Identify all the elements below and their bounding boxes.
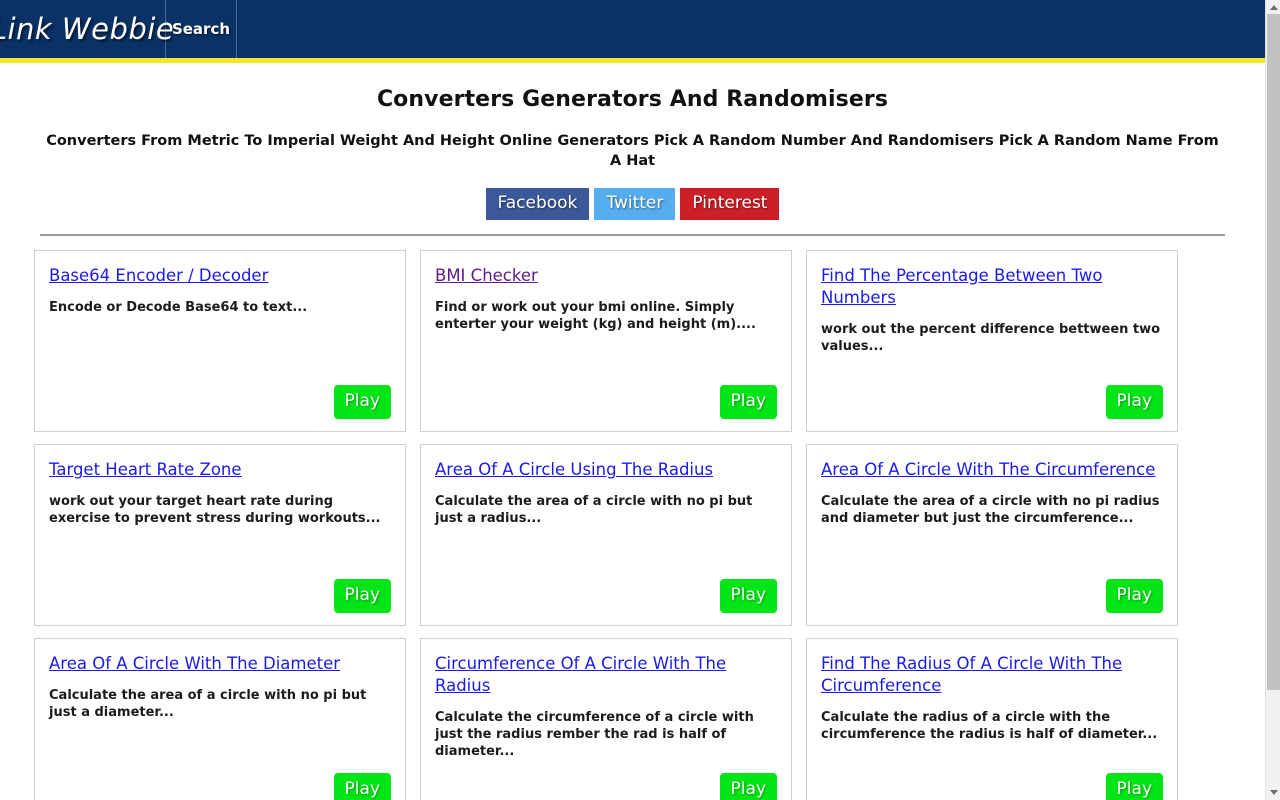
share-facebook-button[interactable]: Facebook (485, 188, 590, 220)
share-twitter-button[interactable]: Twitter (594, 188, 676, 220)
tool-card: Find The Percentage Between Two Numbers w… (806, 250, 1178, 432)
tool-card-description: Calculate the area of a circle with no p… (435, 494, 753, 526)
tool-card-description: Calculate the radius of a circle with th… (821, 710, 1158, 742)
tool-card-description: Encode or Decode Base64 to text... (49, 300, 308, 315)
tool-card: Base64 Encoder / Decoder Encode or Decode… (34, 250, 406, 432)
tool-card-title-link[interactable]: BMI Checker (435, 265, 538, 287)
tool-card: Area Of A Circle Using The Radius Calcula… (420, 444, 792, 626)
tool-card-title-link[interactable]: Circumference Of A Circle With The Radiu… (435, 653, 777, 697)
play-button[interactable]: Play (719, 385, 777, 419)
vertical-scrollbar[interactable] (1265, 0, 1280, 800)
nav-empty-space (237, 0, 1265, 58)
tool-card-title-link[interactable]: Area Of A Circle Using The Radius (435, 459, 713, 481)
play-button[interactable]: Play (333, 579, 391, 613)
tool-card: Area Of A Circle With The Circumference C… (806, 444, 1178, 626)
page-title: Converters Generators And Randomisers (376, 87, 889, 112)
site-logo[interactable]: Link Webbie (0, 0, 174, 58)
play-button[interactable]: Play (333, 773, 391, 800)
tool-card-title-link[interactable]: Target Heart Rate Zone (49, 459, 242, 481)
tool-card-description: work out the percent difference bettween… (821, 322, 1161, 354)
tool-card: Area Of A Circle With The Diameter Calcul… (34, 638, 406, 800)
share-pinterest-button[interactable]: Pinterest (680, 188, 780, 220)
triangle-up-icon[interactable] (1266, 0, 1280, 15)
tool-card: Target Heart Rate Zone work out your targ… (34, 444, 406, 626)
page-viewport: Link Webbie Search Converters Generators… (0, 0, 1265, 800)
tool-card-description: work out your target heart rate during e… (49, 494, 381, 526)
play-button[interactable]: Play (1105, 385, 1163, 419)
tool-card: BMI Checker Find or work out your bmi onl… (420, 250, 792, 432)
tool-card-grid: Base64 Encoder / Decoder Encode or Decode… (0, 236, 1265, 800)
tool-card-title-link[interactable]: Base64 Encoder / Decoder (49, 265, 268, 287)
site-logo-text: Link Webbie (0, 12, 175, 46)
tool-card-description: Calculate the area of a circle with no p… (821, 494, 1160, 526)
tool-card-description: Find or work out your bmi online. Simply… (435, 300, 756, 332)
play-button[interactable]: Play (719, 579, 777, 613)
scrollbar-thumb[interactable] (1267, 14, 1280, 690)
page-heading-block: Converters Generators And Randomisers Co… (0, 63, 1265, 236)
tool-card-description: Calculate the area of a circle with no p… (49, 688, 367, 720)
tool-card-title-link[interactable]: Find The Radius Of A Circle With The Cir… (821, 653, 1163, 697)
page-subtitle: Converters From Metric To Imperial Weigh… (46, 133, 1219, 169)
tool-card: Find The Radius Of A Circle With The Cir… (806, 638, 1178, 800)
tool-card-title-link[interactable]: Area Of A Circle With The Diameter (49, 653, 340, 675)
tool-card-title-link[interactable]: Area Of A Circle With The Circumference (821, 459, 1155, 481)
play-button[interactable]: Play (1105, 773, 1163, 800)
nav-search[interactable]: Search (166, 0, 237, 58)
tool-card-title-link[interactable]: Find The Percentage Between Two Numbers (821, 265, 1163, 309)
nav-search-label: Search (171, 20, 231, 38)
play-button[interactable]: Play (333, 385, 391, 419)
tool-card: Circumference Of A Circle With The Radiu… (420, 638, 792, 800)
play-button[interactable]: Play (1105, 579, 1163, 613)
play-button[interactable]: Play (719, 773, 777, 800)
browser-page: Link Webbie Search Converters Generators… (0, 0, 1280, 800)
tool-card-description: Calculate the circumference of a circle … (435, 710, 754, 759)
triangle-down-icon[interactable] (1266, 785, 1280, 800)
social-share-row: Facebook Twitter Pinterest (40, 188, 1225, 220)
site-header: Link Webbie Search (0, 0, 1265, 58)
